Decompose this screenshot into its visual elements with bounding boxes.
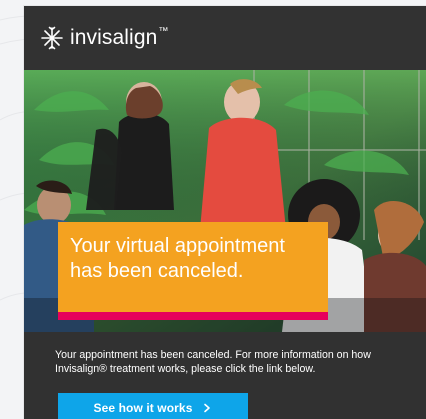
brand-name-text: invisalign [70, 25, 158, 49]
cancel-message-overlay: Your virtual appointment has been cancel… [58, 222, 328, 312]
brand-header: invisalign™ [24, 6, 426, 70]
brand-tm: ™ [158, 25, 169, 37]
overlay-accent-stripe [58, 312, 328, 320]
cancel-body-text: Your appointment has been canceled. For … [55, 349, 371, 375]
invisalign-star-icon [41, 26, 63, 50]
brand-wordmark: invisalign™ [70, 25, 169, 49]
see-how-it-works-button[interactable]: See how it works [58, 393, 248, 419]
hero-image: Your virtual appointment has been cancel… [24, 70, 426, 332]
chevron-right-icon [204, 403, 211, 412]
email-card: invisalign™ Your virtual appointment has… [24, 6, 426, 419]
see-how-it-works-label: See how it works [93, 400, 193, 415]
brand-logo: invisalign™ [40, 25, 169, 51]
